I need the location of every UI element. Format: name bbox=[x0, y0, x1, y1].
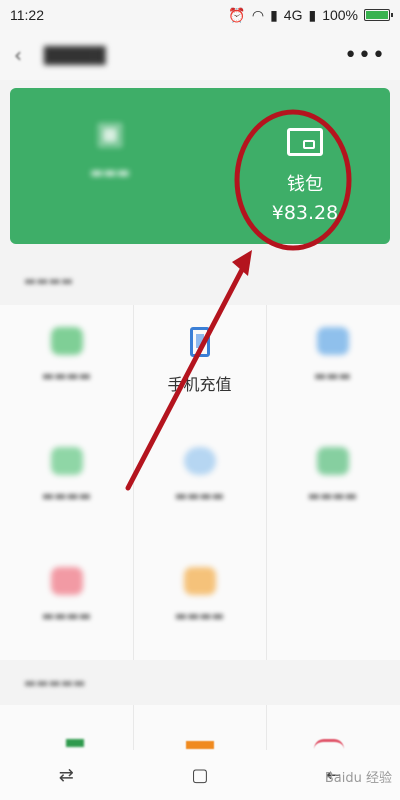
service-icon bbox=[316, 327, 349, 355]
watermark: Baidu 经验 bbox=[324, 771, 392, 786]
battery-icon bbox=[364, 9, 393, 21]
service-item[interactable]: ▬▬▬▬ bbox=[133, 425, 266, 545]
service-label: ▬▬▬ bbox=[314, 369, 351, 384]
cloud-icon bbox=[183, 447, 216, 475]
grid-divider bbox=[266, 705, 267, 750]
wifi-icon: ◠ bbox=[251, 6, 265, 23]
service-item[interactable]: ▬▬▬▬ bbox=[0, 305, 133, 425]
money-block[interactable]: ▣ ▬▬▬ bbox=[40, 116, 180, 216]
service-icon bbox=[316, 447, 349, 475]
green-card: ▣ ▬▬▬ 钱包 ¥83.28 bbox=[10, 88, 390, 244]
money-label: ▬▬▬ bbox=[90, 165, 130, 181]
service-item[interactable]: ▬▬▬▬ bbox=[0, 545, 133, 665]
status-bar: 11:22 ⏰ ◠ ▮ 4G ▮ 100% bbox=[0, 0, 400, 30]
annotation-arrowhead bbox=[232, 250, 252, 276]
service-icon bbox=[183, 567, 216, 595]
alarm-icon: ⏰ bbox=[228, 6, 246, 23]
section-title-2: ▬▬▬▬▬ bbox=[24, 676, 86, 691]
wallet-button[interactable]: 钱包 ¥83.28 bbox=[240, 128, 370, 224]
service-item[interactable]: ▬▬▬ bbox=[266, 305, 399, 425]
service-label: ▬▬▬▬ bbox=[307, 489, 358, 504]
service-grid: ▬▬▬▬ 手机充值 ▬▬▬ ▬▬▬▬ ▬▬▬▬ ▬▬▬▬ ▬▬▬▬ ▬▬▬▬ bbox=[0, 305, 400, 660]
money-icon: ▣ bbox=[95, 116, 125, 151]
service-label: ▬▬▬▬ bbox=[41, 369, 92, 384]
section-title: ▬▬▬▬ bbox=[24, 274, 74, 289]
service-grid-2 bbox=[0, 705, 400, 750]
phone-icon bbox=[189, 327, 210, 357]
service-label: ▬▬▬▬ bbox=[41, 609, 92, 624]
wallet-label: 钱包 bbox=[287, 174, 323, 195]
service-label: ▬▬▬▬ bbox=[174, 489, 225, 504]
service-item[interactable]: ▬▬▬▬ bbox=[0, 425, 133, 545]
phone-recharge-label: 手机充值 bbox=[167, 375, 232, 394]
service-item[interactable]: ▬▬▬▬ bbox=[133, 545, 266, 665]
service-icon bbox=[50, 567, 83, 595]
wallet-icon bbox=[287, 128, 323, 156]
plane-icon[interactable] bbox=[66, 739, 84, 747]
home-icon[interactable]: ▢ bbox=[191, 765, 208, 786]
service-icon bbox=[50, 327, 83, 355]
signal-icon: ▮ bbox=[270, 6, 278, 23]
service-icon[interactable] bbox=[186, 741, 214, 749]
battery-percent: 100% bbox=[322, 7, 358, 23]
page-title: █████ bbox=[44, 45, 106, 65]
network-type: 4G bbox=[283, 7, 303, 23]
service-icon bbox=[50, 447, 83, 475]
battery-fill bbox=[366, 11, 388, 19]
status-time: 11:22 bbox=[10, 7, 44, 23]
header: ‹ █████ ••• bbox=[0, 30, 400, 80]
more-button[interactable]: ••• bbox=[344, 43, 386, 68]
service-label: ▬▬▬▬ bbox=[174, 609, 225, 624]
swap-icon[interactable]: ⇄ bbox=[59, 765, 74, 786]
status-right: ⏰ ◠ ▮ 4G ▮ 100% bbox=[228, 6, 393, 24]
signal-icon-2: ▮ bbox=[308, 6, 317, 23]
back-icon[interactable]: ‹ bbox=[14, 43, 22, 67]
phone-recharge-button[interactable]: 手机充值 bbox=[133, 305, 266, 425]
service-label: ▬▬▬▬ bbox=[41, 489, 92, 504]
wallet-amount: ¥83.28 bbox=[271, 202, 339, 224]
grid-divider bbox=[133, 705, 134, 750]
service-item[interactable]: ▬▬▬▬ bbox=[266, 425, 399, 545]
service-icon[interactable] bbox=[314, 739, 344, 749]
